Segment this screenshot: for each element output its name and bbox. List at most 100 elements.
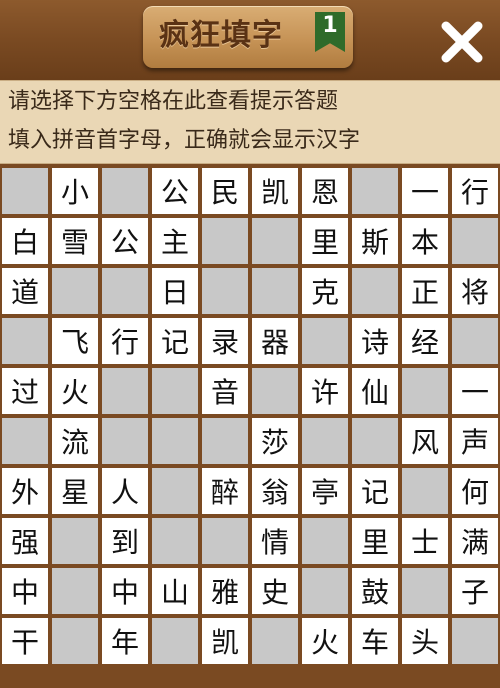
grid-cell[interactable]: 年 (100, 616, 150, 666)
grid-cell[interactable]: 到 (100, 516, 150, 566)
grid-cell[interactable]: 满 (450, 516, 500, 566)
grid-cell[interactable]: 火 (50, 366, 100, 416)
grid-cell-blocked (200, 216, 250, 266)
grid-cell[interactable]: 记 (350, 466, 400, 516)
grid-cell[interactable]: 车 (350, 616, 400, 666)
grid-cell[interactable]: 雅 (200, 566, 250, 616)
grid-cell-blocked (250, 216, 300, 266)
grid-cell[interactable]: 将 (450, 266, 500, 316)
grid-cell-blocked (400, 366, 450, 416)
grid-cell[interactable]: 史 (250, 566, 300, 616)
grid-cell[interactable]: 莎 (250, 416, 300, 466)
grid-cell-blocked (200, 516, 250, 566)
close-x-icon (441, 21, 483, 63)
grid-cell[interactable]: 干 (0, 616, 50, 666)
grid-cell[interactable]: 白 (0, 216, 50, 266)
grid-cell[interactable]: 士 (400, 516, 450, 566)
grid-cell[interactable]: 行 (100, 316, 150, 366)
grid-cell[interactable]: 星 (50, 466, 100, 516)
grid-cell[interactable]: 雪 (50, 216, 100, 266)
grid-cell[interactable]: 小 (50, 166, 100, 216)
grid-cell[interactable]: 恩 (300, 166, 350, 216)
grid-cell[interactable]: 民 (200, 166, 250, 216)
grid-cell[interactable]: 声 (450, 416, 500, 466)
level-number: 1 (322, 13, 338, 38)
grid-cell[interactable]: 翁 (250, 466, 300, 516)
grid-cell[interactable]: 日 (150, 266, 200, 316)
grid-cell-blocked (350, 416, 400, 466)
grid-cell-blocked (250, 616, 300, 666)
grid-cell[interactable]: 器 (250, 316, 300, 366)
grid-cell[interactable]: 何 (450, 466, 500, 516)
grid-cell[interactable]: 凯 (250, 166, 300, 216)
grid-cell[interactable]: 流 (50, 416, 100, 466)
grid-cell[interactable]: 飞 (50, 316, 100, 366)
grid-cell-blocked (50, 616, 100, 666)
grid-cell-blocked (0, 416, 50, 466)
grid-cell[interactable]: 许 (300, 366, 350, 416)
grid-cell-blocked (50, 566, 100, 616)
grid-cell[interactable]: 诗 (350, 316, 400, 366)
grid-cell[interactable]: 公 (150, 166, 200, 216)
grid-cell[interactable]: 山 (150, 566, 200, 616)
grid-cell-blocked (100, 266, 150, 316)
grid-cell-blocked (200, 266, 250, 316)
grid-cell-blocked (150, 416, 200, 466)
grid-cell-blocked (100, 166, 150, 216)
grid-cell[interactable]: 本 (400, 216, 450, 266)
grid-cell[interactable]: 正 (400, 266, 450, 316)
grid-cell[interactable]: 人 (100, 466, 150, 516)
grid-cell[interactable]: 道 (0, 266, 50, 316)
grid-cell[interactable]: 仙 (350, 366, 400, 416)
grid-cell[interactable]: 主 (150, 216, 200, 266)
grid-cell[interactable]: 情 (250, 516, 300, 566)
grid-cell-blocked (400, 466, 450, 516)
top-bar: 疯狂填字 1 (0, 0, 500, 80)
grid-cell-blocked (150, 366, 200, 416)
grid-cell[interactable]: 鼓 (350, 566, 400, 616)
grid-cell-blocked (100, 366, 150, 416)
grid-cell-blocked (450, 216, 500, 266)
grid-cell[interactable]: 外 (0, 466, 50, 516)
grid-cell-blocked (400, 566, 450, 616)
grid-cell-blocked (300, 416, 350, 466)
grid-cell-blocked (350, 266, 400, 316)
grid-cell[interactable]: 凯 (200, 616, 250, 666)
grid-cell[interactable]: 火 (300, 616, 350, 666)
grid-cell[interactable]: 公 (100, 216, 150, 266)
grid-cell[interactable]: 中 (0, 566, 50, 616)
grid-cell-blocked (150, 466, 200, 516)
grid-cell[interactable]: 经 (400, 316, 450, 366)
bottom-wood-strip (0, 666, 500, 688)
grid-cell[interactable]: 强 (0, 516, 50, 566)
grid-cell[interactable]: 过 (0, 366, 50, 416)
grid-cell[interactable]: 亭 (300, 466, 350, 516)
grid-cell-blocked (150, 516, 200, 566)
grid-cell-blocked (300, 316, 350, 366)
crossword-grid: 小公民凯恩一行白雪公主里斯本道日克正将飞行记录器诗经过火音许仙一流莎风声外星人醉… (0, 166, 500, 666)
hint-line-2: 填入拼音首字母，正确就会显示汉字 (8, 128, 361, 153)
grid-cell[interactable]: 克 (300, 266, 350, 316)
grid-cell-blocked (50, 516, 100, 566)
grid-cell[interactable]: 斯 (350, 216, 400, 266)
grid-cell-blocked (300, 516, 350, 566)
grid-cell[interactable]: 音 (200, 366, 250, 416)
grid-cell[interactable]: 一 (450, 366, 500, 416)
level-badge: 1 (315, 12, 345, 52)
close-button[interactable] (436, 16, 488, 68)
grid-cell[interactable]: 里 (300, 216, 350, 266)
grid-cell[interactable]: 风 (400, 416, 450, 466)
grid-cell[interactable]: 中 (100, 566, 150, 616)
grid-cell[interactable]: 里 (350, 516, 400, 566)
grid-cell-blocked (250, 266, 300, 316)
grid-cell[interactable]: 一 (400, 166, 450, 216)
grid-cell-blocked (0, 166, 50, 216)
grid-cell-blocked (150, 616, 200, 666)
grid-cell[interactable]: 行 (450, 166, 500, 216)
grid-cell[interactable]: 头 (400, 616, 450, 666)
grid-cell[interactable]: 醉 (200, 466, 250, 516)
grid-cell-blocked (300, 566, 350, 616)
grid-cell[interactable]: 子 (450, 566, 500, 616)
grid-cell[interactable]: 录 (200, 316, 250, 366)
grid-cell[interactable]: 记 (150, 316, 200, 366)
